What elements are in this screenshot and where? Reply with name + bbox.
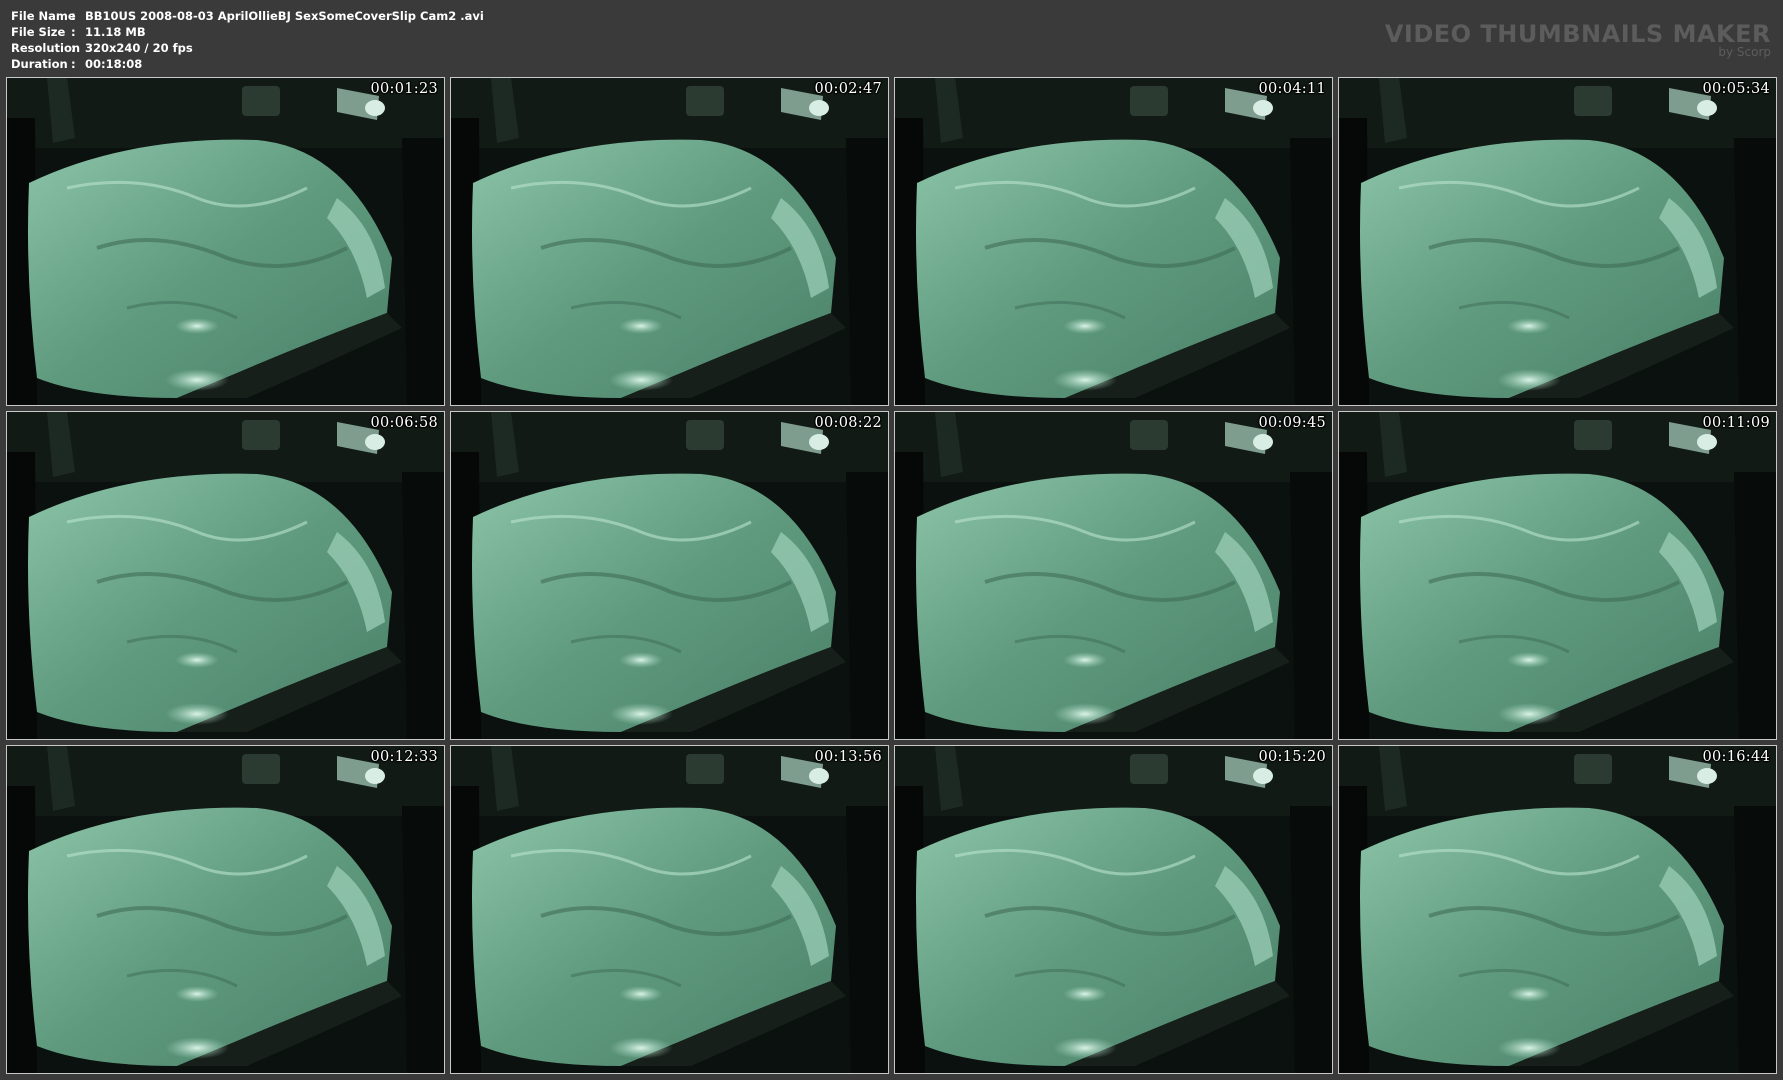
file-name-row: File Name : BB10US 2008-08-03 AprilOllie… bbox=[11, 8, 484, 24]
night-vision-frame bbox=[895, 412, 1332, 739]
file-name-value: BB10US 2008-08-03 AprilOllieBJ SexSomeCo… bbox=[85, 9, 484, 23]
separator: : bbox=[71, 9, 76, 23]
night-vision-frame bbox=[1339, 78, 1776, 405]
file-size-value: 11.18 MB bbox=[85, 25, 146, 39]
thumbnail-timestamp: 00:11:09 bbox=[1702, 415, 1770, 431]
video-thumbnail[interactable]: 00:16:44 bbox=[1338, 745, 1777, 1074]
thumbnail-timestamp: 00:15:20 bbox=[1258, 749, 1326, 765]
thumbnail-grid: 00:01:23 00:02:47 00:04:11 00:05:34 00:0… bbox=[6, 77, 1778, 1074]
file-name-label: File Name bbox=[11, 9, 76, 23]
thumbnail-timestamp: 00:05:34 bbox=[1702, 81, 1770, 97]
night-vision-frame bbox=[1339, 746, 1776, 1073]
brand-title: VIDEO THUMBNAILS MAKER bbox=[1384, 20, 1771, 48]
resolution-value: 320x240 / 20 fps bbox=[85, 41, 193, 55]
header-bar: File Name : BB10US 2008-08-03 AprilOllie… bbox=[0, 0, 1783, 76]
thumbnail-timestamp: 00:02:47 bbox=[814, 81, 882, 97]
file-info: File Name : BB10US 2008-08-03 AprilOllie… bbox=[11, 8, 484, 72]
resolution-label: Resolution bbox=[11, 41, 81, 55]
video-thumbnail[interactable]: 00:15:20 bbox=[894, 745, 1333, 1074]
night-vision-frame bbox=[7, 78, 444, 405]
thumbnail-timestamp: 00:09:45 bbox=[1258, 415, 1326, 431]
separator: : bbox=[71, 41, 76, 55]
thumbnail-timestamp: 00:12:33 bbox=[370, 749, 438, 765]
video-thumbnail[interactable]: 00:12:33 bbox=[6, 745, 445, 1074]
duration-value: 00:18:08 bbox=[85, 57, 143, 71]
brand-logo: VIDEO THUMBNAILS MAKER by Scorp bbox=[1385, 20, 1771, 58]
night-vision-frame bbox=[7, 412, 444, 739]
night-vision-frame bbox=[895, 78, 1332, 405]
thumbnail-timestamp: 00:06:58 bbox=[370, 415, 438, 431]
video-thumbnail[interactable]: 00:04:11 bbox=[894, 77, 1333, 406]
night-vision-frame bbox=[1339, 412, 1776, 739]
thumbnail-timestamp: 00:08:22 bbox=[814, 415, 882, 431]
resolution-row: Resolution : 320x240 / 20 fps bbox=[11, 40, 484, 56]
night-vision-frame bbox=[451, 746, 888, 1073]
file-size-label: File Size bbox=[11, 25, 66, 39]
night-vision-frame bbox=[7, 746, 444, 1073]
thumbnail-timestamp: 00:04:11 bbox=[1258, 81, 1326, 97]
file-size-row: File Size : 11.18 MB bbox=[11, 24, 484, 40]
video-thumbnail[interactable]: 00:08:22 bbox=[450, 411, 889, 740]
night-vision-frame bbox=[895, 746, 1332, 1073]
night-vision-frame bbox=[451, 78, 888, 405]
video-thumbnail[interactable]: 00:09:45 bbox=[894, 411, 1333, 740]
video-thumbnail[interactable]: 00:05:34 bbox=[1338, 77, 1777, 406]
duration-label: Duration bbox=[11, 57, 68, 71]
video-thumbnail[interactable]: 00:13:56 bbox=[450, 745, 889, 1074]
video-thumbnail[interactable]: 00:11:09 bbox=[1338, 411, 1777, 740]
video-thumbnail[interactable]: 00:02:47 bbox=[450, 77, 889, 406]
video-thumbnail[interactable]: 00:06:58 bbox=[6, 411, 445, 740]
video-thumbnail[interactable]: 00:01:23 bbox=[6, 77, 445, 406]
thumbnail-timestamp: 00:16:44 bbox=[1702, 749, 1770, 765]
separator: : bbox=[71, 25, 76, 39]
thumbnail-timestamp: 00:01:23 bbox=[370, 81, 438, 97]
separator: : bbox=[71, 57, 76, 71]
night-vision-frame bbox=[451, 412, 888, 739]
thumbnail-timestamp: 00:13:56 bbox=[814, 749, 882, 765]
duration-row: Duration : 00:18:08 bbox=[11, 56, 484, 72]
